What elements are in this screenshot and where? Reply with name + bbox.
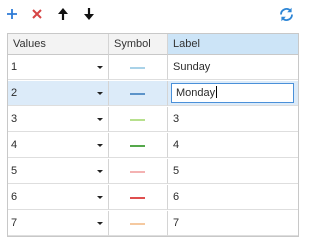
value-dropdown[interactable]: 1: [8, 55, 109, 80]
label-edit-field[interactable]: Monday: [171, 83, 294, 103]
value-dropdown[interactable]: 5: [8, 159, 109, 184]
arrow-up-icon: [56, 7, 70, 21]
column-header-label[interactable]: Label: [168, 34, 298, 55]
plus-icon: [6, 8, 18, 20]
symbol-cell[interactable]: [109, 55, 168, 80]
symbol-cell[interactable]: [109, 211, 168, 236]
line-symbol-swatch[interactable]: [130, 67, 145, 69]
line-symbol-swatch[interactable]: [130, 197, 145, 199]
table-header: Values Symbol Label: [8, 34, 298, 55]
table-row[interactable]: 77: [8, 211, 298, 236]
dropdown-arrow-icon[interactable]: [97, 92, 103, 95]
line-symbol-swatch[interactable]: [130, 223, 145, 225]
table-row[interactable]: 66: [8, 185, 298, 210]
line-symbol-swatch[interactable]: [130, 171, 145, 173]
value-dropdown[interactable]: 7: [8, 211, 109, 236]
label-cell[interactable]: 6: [168, 185, 298, 210]
dropdown-arrow-icon[interactable]: [97, 66, 103, 69]
line-symbol-swatch[interactable]: [130, 93, 145, 95]
x-icon: [31, 8, 43, 20]
dropdown-arrow-icon[interactable]: [97, 196, 103, 199]
toolbar: [0, 0, 308, 30]
value-text: 7: [11, 217, 18, 229]
label-cell[interactable]: Monday: [168, 81, 298, 106]
value-text: 4: [11, 139, 18, 151]
add-button[interactable]: [4, 5, 20, 23]
value-text: 6: [11, 191, 18, 203]
value-text: 2: [11, 87, 18, 99]
value-dropdown[interactable]: 2: [8, 81, 109, 106]
dropdown-arrow-icon[interactable]: [97, 170, 103, 173]
text-cursor: [216, 86, 218, 98]
label-text: Sunday: [173, 61, 211, 73]
value-dropdown[interactable]: 4: [8, 133, 109, 158]
symbol-cell[interactable]: [109, 185, 168, 210]
line-symbol-swatch[interactable]: [130, 119, 145, 121]
label-text: 7: [173, 217, 180, 229]
label-text: 4: [173, 139, 180, 151]
symbol-cell[interactable]: [109, 133, 168, 158]
refresh-button[interactable]: [277, 5, 295, 23]
label-edit-text: Monday: [176, 87, 216, 99]
refresh-icon: [278, 6, 295, 23]
value-text: 5: [11, 165, 18, 177]
value-dropdown[interactable]: 3: [8, 107, 109, 132]
symbol-cell[interactable]: [109, 81, 168, 106]
symbol-cell[interactable]: [109, 107, 168, 132]
move-up-button[interactable]: [55, 5, 71, 23]
label-cell[interactable]: 4: [168, 133, 298, 158]
column-header-symbol[interactable]: Symbol: [109, 34, 168, 55]
value-dropdown[interactable]: 6: [8, 185, 109, 210]
label-text: 5: [173, 165, 180, 177]
move-down-button[interactable]: [81, 5, 97, 23]
label-cell[interactable]: 7: [168, 211, 298, 236]
label-cell[interactable]: 5: [168, 159, 298, 184]
dropdown-arrow-icon[interactable]: [97, 118, 103, 121]
value-text: 3: [11, 113, 18, 125]
table-row[interactable]: 44: [8, 133, 298, 158]
table-row[interactable]: 2 Monday: [8, 81, 298, 106]
line-symbol-swatch[interactable]: [130, 145, 145, 147]
delete-button[interactable]: [29, 5, 45, 23]
table-row[interactable]: 55: [8, 159, 298, 184]
arrow-down-icon: [82, 7, 96, 21]
symbol-cell[interactable]: [109, 159, 168, 184]
label-cell[interactable]: Sunday: [168, 55, 298, 80]
label-text: 6: [173, 191, 180, 203]
dropdown-arrow-icon[interactable]: [97, 144, 103, 147]
value-text: 1: [11, 61, 18, 73]
dropdown-arrow-icon[interactable]: [97, 222, 103, 225]
label-cell[interactable]: 3: [168, 107, 298, 132]
table-row[interactable]: 33: [8, 107, 298, 132]
column-header-values[interactable]: Values: [8, 34, 109, 55]
label-text: 3: [173, 113, 180, 125]
table-row[interactable]: 1 Sunday: [8, 55, 298, 80]
values-table: Values Symbol Label 1 Sunday 2 Monday 3 3 4 4 5 5…: [7, 33, 299, 237]
